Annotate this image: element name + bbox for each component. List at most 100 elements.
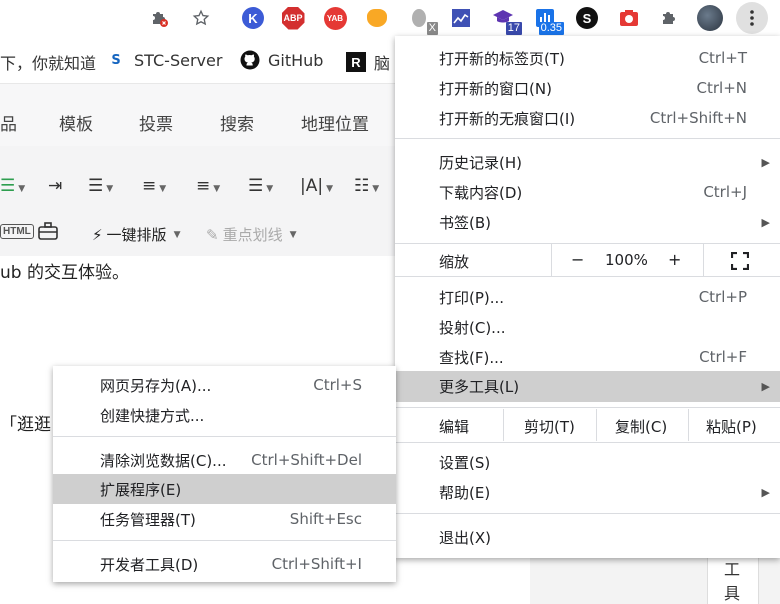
menu-shortcut: Shift+Esc — [289, 510, 362, 528]
menu-label: 更多工具(L) — [439, 378, 520, 396]
bookmark-item[interactable]: 下，你就知道 — [0, 50, 96, 74]
zoom-out-button[interactable]: − — [571, 250, 584, 269]
menu-label: 打开新的标签页(T) — [439, 49, 565, 68]
menu-settings[interactable]: 设置(S) — [395, 447, 780, 477]
submenu-devtools[interactable]: 开发者工具(D) Ctrl+Shift+I — [53, 549, 396, 579]
menu-label: 历史记录(H) — [439, 153, 522, 172]
bookmark-label: 脑 — [374, 54, 391, 73]
bookmark-github[interactable]: GitHub — [240, 50, 323, 70]
submenu-arrow-icon: ▶ — [761, 215, 770, 229]
camera-icon[interactable] — [616, 5, 642, 31]
more-tools-submenu: 网页另存为(A)... Ctrl+S 创建快捷方式... 清除浏览数据(C)..… — [53, 366, 396, 582]
menu-find[interactable]: 查找(F)... Ctrl+F — [395, 342, 780, 372]
menu-separator — [395, 407, 780, 408]
menu-zoom-row: 缩放 − 100% + — [395, 244, 780, 276]
browser-toolbar: K ABP YAB X 17 0.35 S — [0, 0, 780, 38]
bookmark-stc-server[interactable]: S STC-Server — [106, 50, 222, 70]
menu-label: 扩展程序(E) — [100, 480, 182, 499]
marker-icon: ✎ — [206, 225, 219, 244]
zoom-in-button[interactable]: + — [668, 250, 681, 269]
cut-button[interactable]: 剪切(T) — [524, 416, 575, 437]
submenu-save-page[interactable]: 网页另存为(A)... Ctrl+S — [53, 370, 396, 400]
menu-shortcut: Ctrl+F — [699, 348, 747, 366]
star-icon[interactable] — [188, 5, 214, 31]
puzzle-icon[interactable] — [656, 5, 682, 31]
menu-separator — [53, 540, 396, 541]
menu-shortcut: Ctrl+Shift+N — [649, 109, 747, 127]
menu-label: 打印(P)... — [439, 288, 505, 307]
menu-new-incognito[interactable]: 打开新的无痕窗口(I) Ctrl+Shift+N — [395, 103, 780, 133]
kami-icon[interactable]: K — [240, 5, 266, 31]
menu-label: 开发者工具(D) — [100, 555, 199, 574]
submenu-clear-data[interactable]: 清除浏览数据(C)... Ctrl+Shift+Del — [53, 445, 396, 475]
menu-help[interactable]: 帮助(E) ▶ — [395, 477, 780, 507]
menu-label: 下载内容(D) — [439, 183, 523, 202]
tab-search[interactable]: 搜索 — [220, 110, 254, 135]
menu-bookmarks[interactable]: 书签(B) ▶ — [395, 207, 780, 237]
one-click-format-button[interactable]: ⚡ 一键排版 ▼ — [92, 224, 180, 245]
menu-label: 创建快捷方式... — [100, 406, 205, 425]
graduation-cap-icon[interactable]: 17 — [490, 5, 522, 35]
line-spacing-icon[interactable]: ≡ ▼ — [142, 176, 166, 196]
menu-exit[interactable]: 退出(X) — [395, 522, 780, 552]
menu-separator — [395, 138, 780, 139]
menu-print[interactable]: 打印(P)... Ctrl+P — [395, 282, 780, 312]
indent-icon[interactable]: ☰ ▼ — [88, 176, 113, 196]
adblock-plus-icon[interactable]: ABP — [280, 5, 306, 31]
menu-divider — [703, 244, 704, 276]
paragraph-spacing-icon[interactable]: ≡ ▼ — [196, 176, 220, 196]
bookmark-r[interactable]: R 脑 — [346, 50, 390, 74]
menu-new-window[interactable]: 打开新的窗口(N) Ctrl+N — [395, 73, 780, 103]
html-icon[interactable]: HTML — [0, 224, 34, 239]
tab-location[interactable]: 地理位置 — [301, 110, 369, 135]
menu-shortcut: Ctrl+S — [313, 376, 362, 394]
menu-divider — [596, 409, 597, 441]
side-tool-char: 工 — [724, 560, 741, 579]
menu-shortcut: Ctrl+Shift+Del — [251, 451, 362, 469]
menu-label: 网页另存为(A)... — [100, 376, 212, 395]
kebab-menu-icon[interactable] — [736, 2, 768, 34]
highlight-button[interactable]: ✎ 重点划线 ▼ — [206, 224, 297, 245]
menu-shortcut: Ctrl+N — [696, 79, 747, 97]
bullet-list-icon[interactable]: ☷ ▼ — [354, 176, 379, 196]
menu-shortcut: Ctrl+J — [703, 183, 747, 201]
s-logo-icon[interactable]: S — [574, 5, 600, 31]
chrome-main-menu: 打开新的标签页(T) Ctrl+T 打开新的窗口(N) Ctrl+N 打开新的无… — [395, 36, 780, 558]
paste-button[interactable]: 粘贴(P) — [706, 416, 757, 437]
submenu-extensions[interactable]: 扩展程序(E) — [53, 474, 396, 504]
menu-label: 投射(C)... — [439, 318, 506, 337]
avatar[interactable] — [697, 5, 723, 31]
menu-downloads[interactable]: 下载内容(D) Ctrl+J — [395, 177, 780, 207]
menu-shortcut: Ctrl+T — [698, 49, 747, 67]
leaf-x-icon[interactable]: X — [406, 5, 438, 35]
menu-divider — [688, 409, 689, 441]
copy-button[interactable]: 复制(C) — [615, 416, 667, 437]
content-text-line: ub 的交互体验。 — [0, 263, 129, 283]
tab-item[interactable]: 品 — [0, 110, 17, 135]
submenu-create-shortcut[interactable]: 创建快捷方式... — [53, 400, 396, 430]
bookmark-label: STC-Server — [134, 50, 223, 70]
briefcase-icon[interactable] — [38, 222, 58, 245]
tab-vote[interactable]: 投票 — [139, 110, 173, 135]
menu-divider — [503, 409, 504, 441]
puzzle-x-icon[interactable] — [146, 5, 172, 31]
tab-template[interactable]: 模板 — [59, 110, 93, 135]
menu-history[interactable]: 历史记录(H) ▶ — [395, 147, 780, 177]
chart-icon[interactable] — [448, 5, 474, 31]
menu-new-tab[interactable]: 打开新的标签页(T) Ctrl+T — [395, 43, 780, 73]
lightning-icon: ⚡ — [92, 225, 103, 244]
menu-label: 打开新的窗口(N) — [439, 79, 552, 98]
align-icon[interactable]: ☰ ▼ — [0, 176, 25, 196]
bar-chart-icon[interactable]: 0.35 — [532, 5, 564, 35]
menu-more-tools[interactable]: 更多工具(L) ▶ — [395, 371, 780, 402]
list-indent-icon[interactable]: ☰ ▼ — [248, 176, 273, 196]
fullscreen-icon[interactable] — [730, 251, 750, 271]
yab-icon[interactable]: YAB — [322, 5, 348, 31]
submenu-task-manager[interactable]: 任务管理器(T) Shift+Esc — [53, 504, 396, 534]
tampermonkey-icon[interactable] — [364, 5, 390, 31]
edit-label: 编辑 — [439, 418, 470, 436]
indent-right-icon[interactable]: ⇥ — [48, 176, 62, 196]
menu-cast[interactable]: 投射(C)... — [395, 312, 780, 342]
letter-spacing-icon[interactable]: |A| ▼ — [300, 176, 333, 196]
bookmark-label: GitHub — [268, 50, 324, 70]
